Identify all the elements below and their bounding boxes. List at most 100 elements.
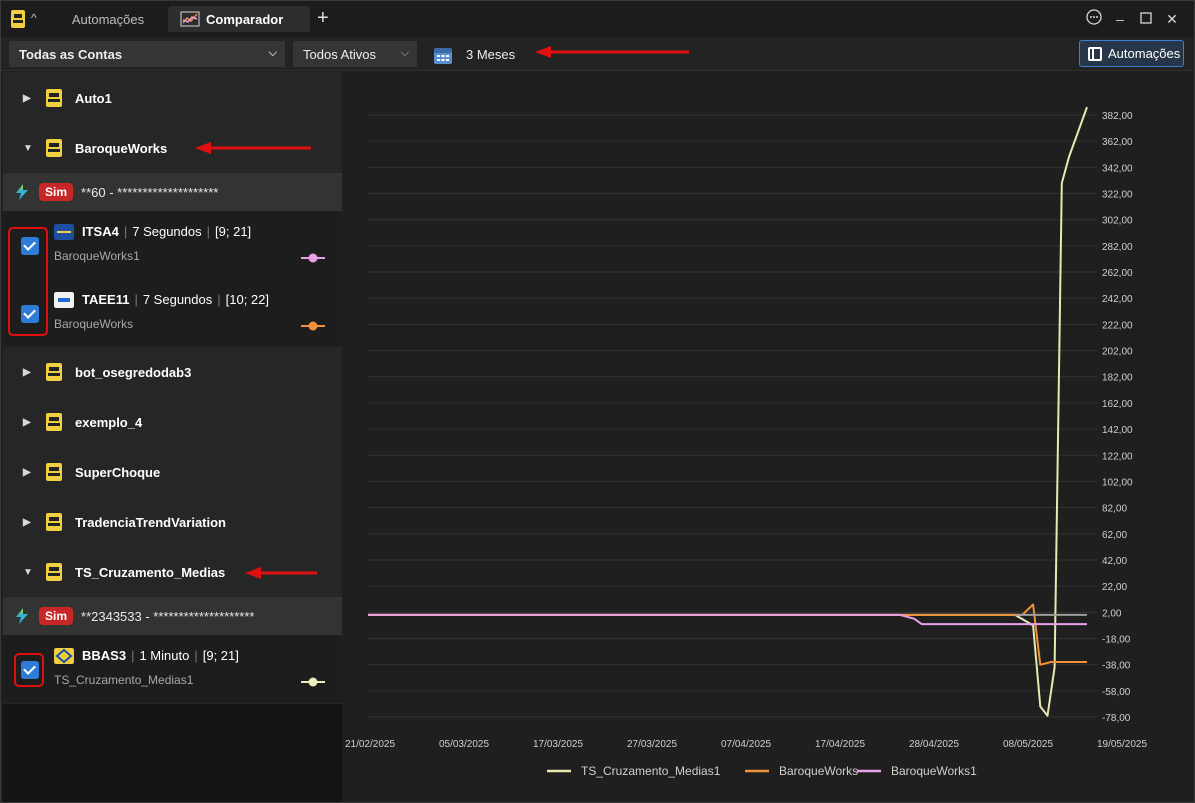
app-logo-icon[interactable]: [7, 8, 29, 30]
strategy-owner: TS_Cruzamento_Medias1: [54, 673, 194, 687]
y-tick-label: 222,00: [1102, 320, 1133, 331]
y-tick-label: 262,00: [1102, 268, 1133, 279]
account-row[interactable]: Sim **60 - ********************: [3, 173, 342, 211]
series-line-baroqueworks: [368, 603, 1087, 666]
group-name: TS_Cruzamento_Medias: [75, 564, 226, 580]
maximize-icon[interactable]: [1135, 9, 1157, 29]
y-tick-label: 282,00: [1102, 242, 1133, 253]
caret-right-icon[interactable]: ▶: [23, 417, 35, 428]
period-selector[interactable]: 3 Meses: [466, 47, 515, 62]
separator: |: [217, 292, 221, 307]
strategy-row-taee11[interactable]: TAEE11 | 7 Segundos | [10; 22] BaroqueWorks: [3, 279, 342, 347]
y-tick-label: 42,00: [1102, 556, 1127, 567]
separator: |: [134, 292, 138, 307]
y-tick-label: 202,00: [1102, 347, 1133, 358]
chevron-up-icon[interactable]: ^: [31, 11, 37, 25]
y-tick-label: 2,00: [1102, 608, 1122, 619]
x-tick-label: 19/05/2025: [1097, 739, 1147, 750]
tree-group-bot-osegredodab3[interactable]: ▶ bot_osegredodab3: [3, 347, 342, 397]
tree-group-exemplo-4[interactable]: ▶ exemplo_4: [3, 397, 342, 447]
robot-icon: [46, 139, 62, 157]
tree-group-auto1[interactable]: ▶ Auto1: [3, 73, 342, 123]
tab-label: Comparador: [206, 11, 284, 27]
sim-badge: Sim: [39, 183, 74, 201]
separator: |: [206, 224, 211, 239]
legend-label: TS_Cruzamento_Medias1: [581, 764, 721, 778]
caret-right-icon[interactable]: ▶: [23, 467, 35, 478]
robot-icon: [46, 463, 62, 481]
tab-automacoes[interactable]: Automações: [53, 6, 163, 32]
caret-right-icon[interactable]: ▶: [23, 367, 35, 378]
legend-label: BaroqueWorks: [779, 764, 858, 778]
group-name: Auto1: [75, 90, 112, 106]
add-tab-button[interactable]: +: [317, 6, 329, 30]
ticker: TAEE11: [82, 292, 130, 307]
comparison-chart[interactable]: 382,00 362,00 342,00 322,00 302,00 282,00 262,…: [342, 72, 1194, 802]
x-tick-label: 17/03/2025: [533, 739, 583, 750]
tree-group-tradenciatrendvariation[interactable]: ▶ TradenciaTrendVariation: [3, 497, 342, 547]
y-tick-label: 102,00: [1102, 477, 1133, 488]
group-name: BaroqueWorks: [75, 140, 168, 156]
robot-icon: [46, 363, 62, 381]
annotation-arrow-icon: [535, 46, 689, 58]
group-name: bot_osegredodab3: [75, 364, 192, 380]
bbas3-logo-icon: [54, 648, 74, 664]
strategy-title: BBAS3 | 1 Minuto | [9; 21]: [82, 648, 239, 663]
x-tick-label: 07/04/2025: [721, 739, 771, 750]
calendar-icon[interactable]: [433, 45, 453, 65]
strategy-row-bbas3[interactable]: BBAS3 | 1 Minuto | [9; 21] TS_Cruzamento_Med…: [3, 635, 342, 703]
caret-right-icon[interactable]: ▶: [23, 93, 35, 104]
robot-icon: [46, 513, 62, 531]
y-tick-label: 322,00: [1102, 190, 1133, 201]
automation-tree: ▶ Auto1 ▼ BaroqueWorks Sim **60 - ******…: [3, 72, 342, 802]
side-panel-icon: [1088, 46, 1102, 61]
chart-svg[interactable]: 382,00 362,00 342,00 322,00 302,00 282,00 262,…: [342, 72, 1194, 802]
account-label: **2343533 - ********************: [81, 608, 255, 624]
ticker: ITSA4: [82, 224, 119, 239]
series-color-marker: [301, 677, 325, 687]
series-color-marker: [301, 253, 325, 263]
account-row[interactable]: Sim **2343533 - ********************: [3, 597, 342, 635]
caret-right-icon[interactable]: ▶: [23, 517, 35, 528]
y-tick-label: 22,00: [1102, 582, 1127, 593]
y-tick-label: -78,00: [1102, 713, 1131, 724]
strategy-owner: BaroqueWorks: [54, 317, 134, 331]
x-tick-label: 17/04/2025: [815, 739, 865, 750]
more-options-icon[interactable]: [1083, 9, 1105, 29]
chevron-down-icon: ⌵: [400, 47, 409, 59]
strategy-row-itsa4[interactable]: ITSA4 | 7 Segundos | [9; 21] BaroqueWorks1: [3, 211, 342, 279]
y-tick-label: -58,00: [1102, 687, 1131, 698]
y-tick-label: -38,00: [1102, 661, 1131, 672]
tab-comparador[interactable]: Comparador: [168, 6, 310, 32]
robot-icon: [46, 563, 62, 581]
chevron-down-icon: ⌵: [268, 47, 277, 59]
ticker: BBAS3: [82, 648, 127, 663]
robot-icon: [46, 413, 62, 431]
timeframe: 7 Segundos: [142, 292, 213, 307]
caret-down-icon[interactable]: ▼: [23, 143, 35, 154]
close-icon[interactable]: ✕: [1161, 9, 1183, 29]
automacoes-panel-button[interactable]: Automações: [1079, 40, 1184, 67]
annotation-arrow-icon: [195, 142, 311, 154]
x-tick-label: 05/03/2025: [439, 739, 489, 750]
separator: |: [123, 224, 128, 239]
annotation-highlight-box: [8, 227, 48, 336]
group-name: exemplo_4: [75, 414, 143, 430]
accounts-dropdown[interactable]: Todas as Contas ⌵: [9, 41, 285, 67]
x-tick-label: 27/03/2025: [627, 739, 677, 750]
caret-down-icon[interactable]: ▼: [23, 567, 35, 578]
sidebar-empty-space: [3, 704, 342, 802]
series-color-marker: [301, 321, 325, 331]
taee11-logo-icon: [54, 292, 74, 308]
y-tick-label: 82,00: [1102, 504, 1127, 515]
minimize-icon[interactable]: –: [1109, 9, 1131, 29]
timeframe: 1 Minuto: [139, 648, 190, 663]
separator: |: [131, 648, 135, 663]
tree-group-superchoque[interactable]: ▶ SuperChoque: [3, 447, 342, 497]
y-tick-label: 142,00: [1102, 425, 1133, 436]
assets-dropdown[interactable]: Todos Ativos ⌵: [293, 41, 417, 67]
group-name: TradenciaTrendVariation: [75, 514, 226, 530]
timeframe: 7 Segundos: [132, 224, 202, 239]
y-tick-label: 182,00: [1102, 373, 1133, 384]
annotation-arrow-icon: [245, 567, 317, 579]
